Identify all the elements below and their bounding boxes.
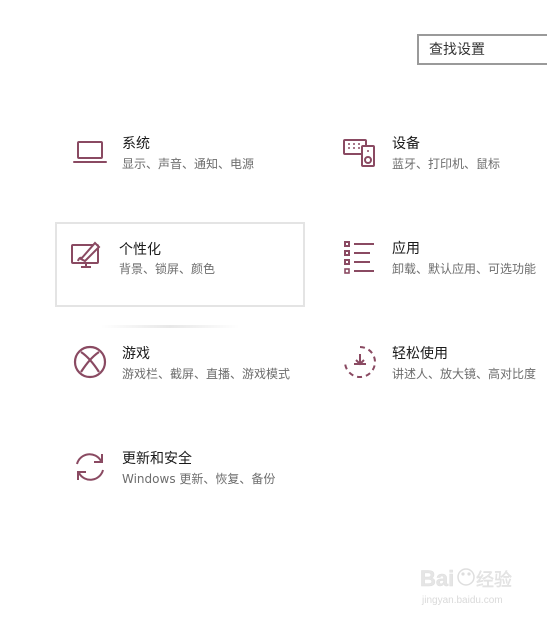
tile-description: 卸载、默认应用、可选功能	[392, 262, 537, 276]
tile-gaming[interactable]: 游戏 游戏栏、截屏、直播、游戏模式	[58, 332, 306, 416]
divider	[100, 325, 240, 328]
tile-apps[interactable]: 应用 卸载、默认应用、可选功能	[328, 227, 547, 311]
tile-description: Windows 更新、恢复、备份	[122, 472, 276, 486]
tile-title: 轻松使用	[392, 346, 448, 362]
search-box[interactable]	[417, 34, 547, 65]
tile-title: 设备	[392, 136, 420, 152]
watermark: Bai 经验 jingyan.baidu.com	[418, 560, 528, 610]
tile-ease-of-access[interactable]: 轻松使用 讲述人、放大镜、高对比度	[328, 332, 547, 416]
xbox-icon	[72, 344, 108, 380]
tile-description: 游戏栏、截屏、直播、游戏模式	[122, 367, 291, 381]
watermark-url: jingyan.baidu.com	[421, 595, 503, 606]
tile-update-security[interactable]: 更新和安全 Windows 更新、恢复、备份	[58, 437, 306, 521]
tile-title: 应用	[392, 241, 420, 257]
tile-description: 蓝牙、打印机、鼠标	[392, 157, 501, 171]
tile-personalization[interactable]: 个性化 背景、锁屏、颜色	[55, 222, 305, 307]
personalization-icon	[69, 237, 105, 273]
devices-icon	[342, 134, 378, 170]
tile-title: 更新和安全	[122, 451, 192, 467]
tile-description: 显示、声音、通知、电源	[122, 157, 255, 171]
svg-text:经验: 经验	[476, 570, 512, 591]
tile-description: 讲述人、放大镜、高对比度	[392, 367, 537, 381]
update-sync-icon	[72, 449, 108, 485]
ease-of-access-icon	[342, 344, 378, 380]
search-input[interactable]	[419, 36, 547, 63]
watermark-logo-text: Bai	[420, 566, 454, 591]
tile-title: 游戏	[122, 346, 150, 362]
settings-window: 系统 显示、声音、通知、电源 设备 蓝牙、打印机、鼠标 个性化	[0, 0, 547, 619]
tile-title: 系统	[122, 136, 150, 152]
tile-system[interactable]: 系统 显示、声音、通知、电源	[58, 122, 306, 206]
tile-devices[interactable]: 设备 蓝牙、打印机、鼠标	[328, 122, 547, 206]
laptop-icon	[72, 134, 108, 170]
tile-title: 个性化	[119, 242, 161, 258]
apps-list-icon	[342, 239, 378, 275]
tile-description: 背景、锁屏、颜色	[119, 262, 216, 276]
